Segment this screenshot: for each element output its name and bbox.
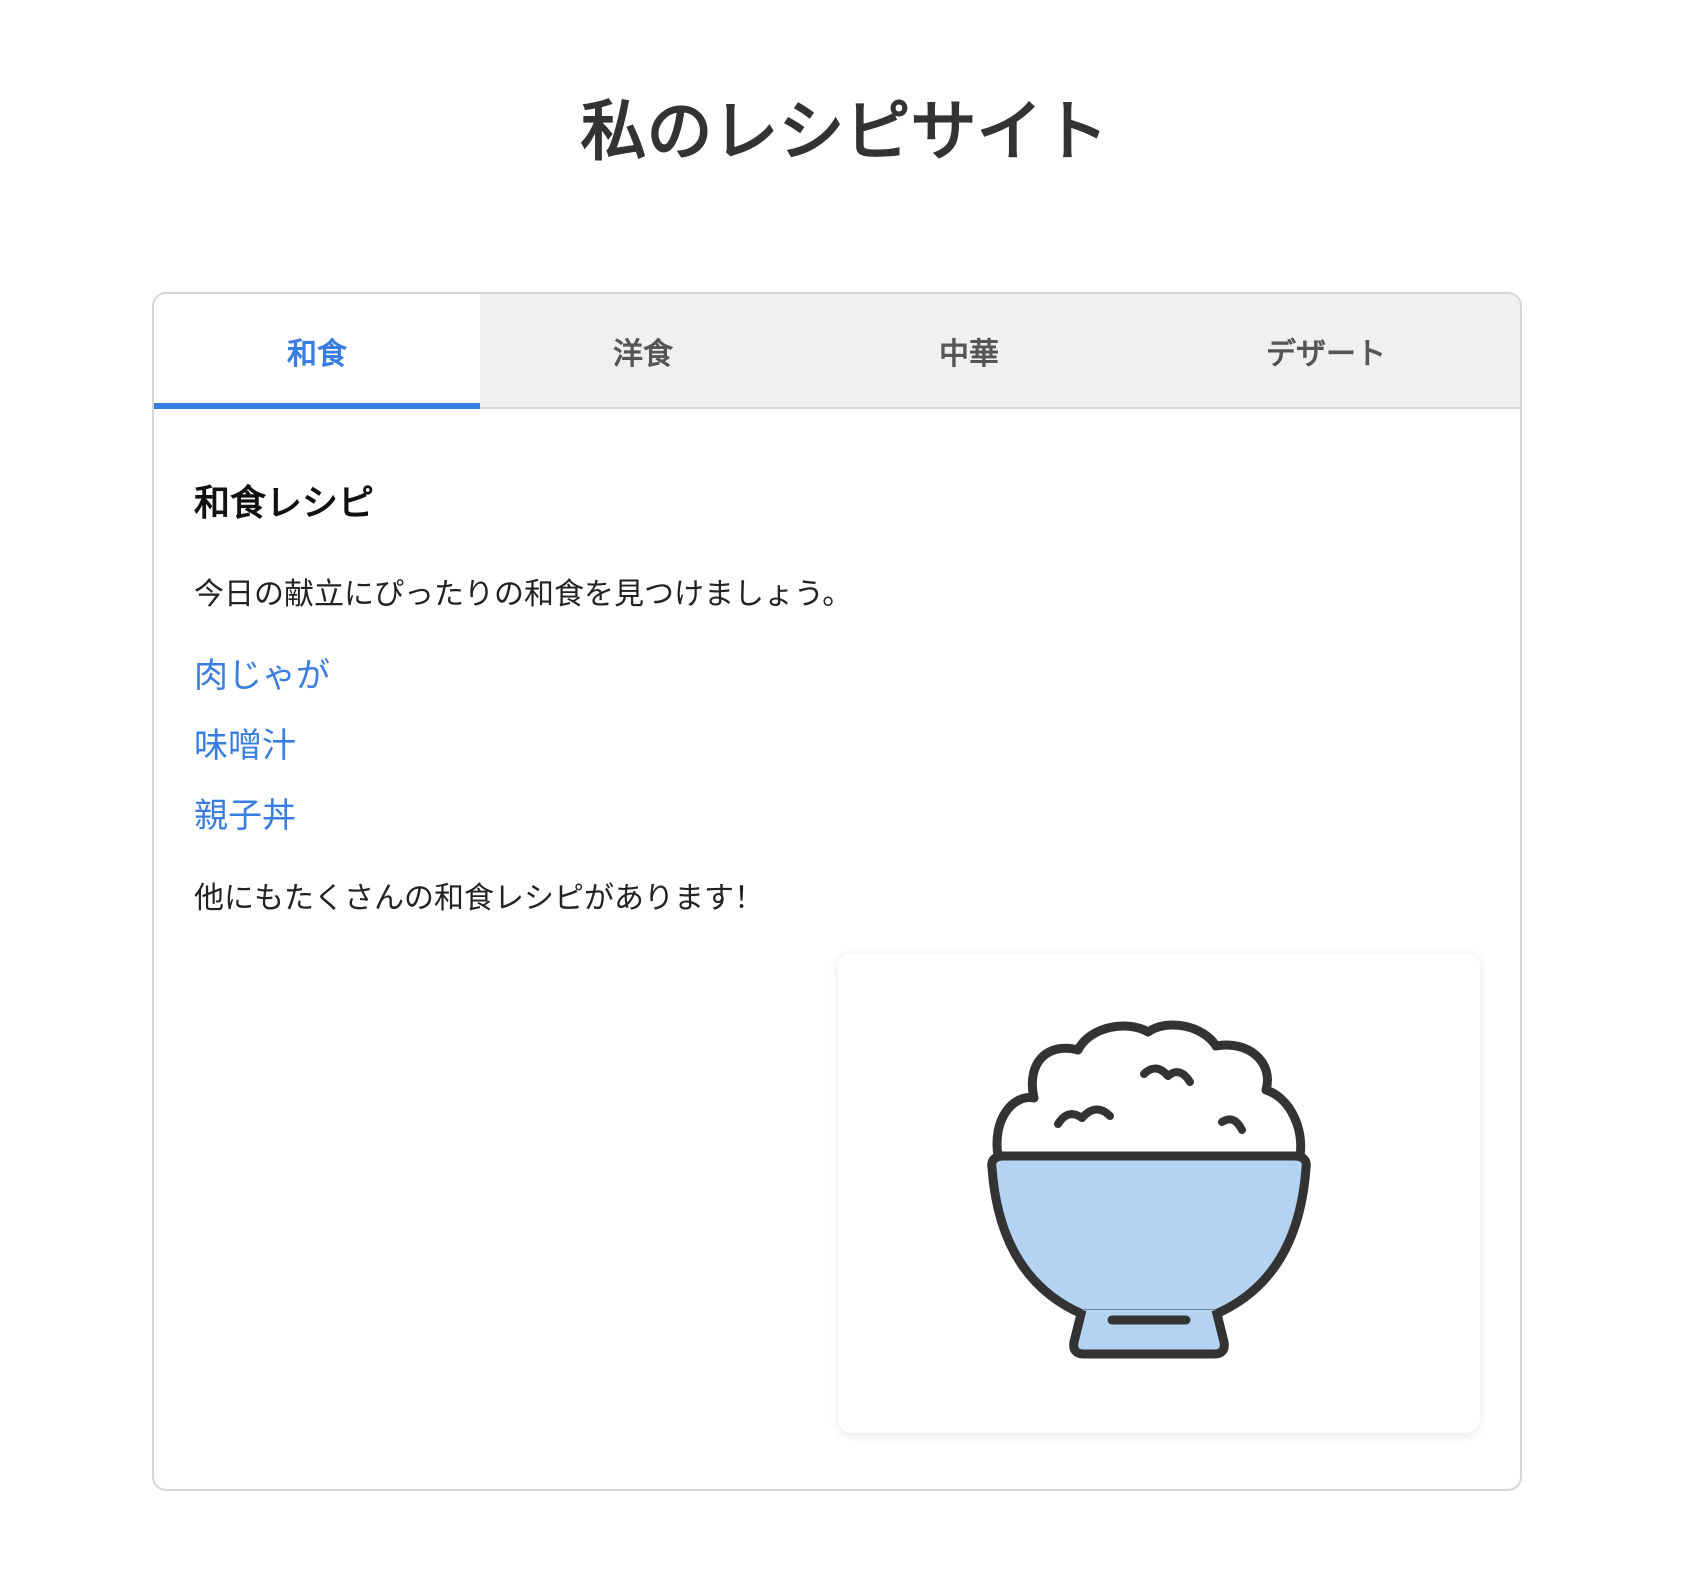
rice-bowl-image-card [838, 953, 1480, 1433]
section-title: 和食レシピ [194, 483, 375, 524]
tab-chuka[interactable]: 中華 [806, 294, 1132, 407]
rice-bowl-icon [987, 1020, 1311, 1359]
intro-text: 今日の献立にぴったりの和食を見つけましょう。 [194, 577, 853, 612]
list-item: 肉じゃが [194, 656, 330, 726]
tab-dessert[interactable]: デザート [1132, 294, 1520, 407]
list-item: 味噌汁 [194, 726, 330, 796]
recipe-tab-panel: 和食 洋食 中華 デザート 和食レシピ 今日の献立にぴったりの和食を見つけましょ… [152, 292, 1522, 1491]
recipe-link-misoshiru[interactable]: 味噌汁 [194, 726, 296, 766]
site-title: 私のレシピサイト [580, 93, 1109, 170]
tab-washoku[interactable]: 和食 [154, 294, 480, 409]
recipe-list: 肉じゃが 味噌汁 親子丼 [194, 656, 330, 866]
category-tab-bar: 和食 洋食 中華 デザート [154, 294, 1520, 409]
recipe-link-oyakodon[interactable]: 親子丼 [194, 796, 296, 836]
outro-text: 他にもたくさんの和食レシピがあります！ [194, 881, 764, 916]
tab-yoshoku[interactable]: 洋食 [480, 294, 806, 407]
tab-content: 和食レシピ 今日の献立にぴったりの和食を見つけましょう。 肉じゃが 味噌汁 親子… [194, 409, 1480, 1489]
list-item: 親子丼 [194, 796, 330, 866]
recipe-link-nikujaga[interactable]: 肉じゃが [194, 656, 330, 696]
